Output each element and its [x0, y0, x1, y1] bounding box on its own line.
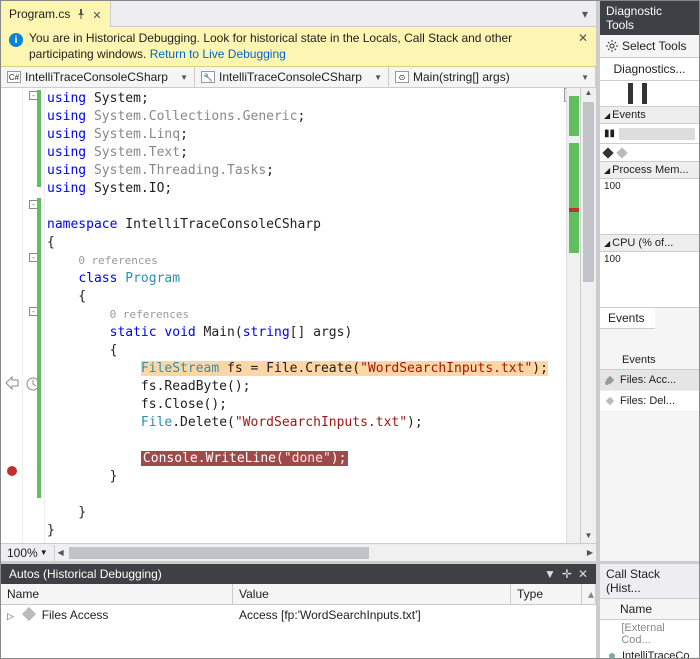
process-memory-chart[interactable]: 100 [600, 179, 699, 235]
row-name: Files Access [42, 608, 109, 622]
call-stack-row[interactable]: [External Cod... [600, 620, 699, 648]
code-editor[interactable]: ↕ - - - - using System; using System.Col… [1, 88, 596, 543]
class-dropdown-label: IntelliTraceConsoleCSharp [219, 70, 362, 84]
vertical-scrollbar[interactable]: ▲ ▼ [580, 88, 596, 543]
select-tools-button[interactable]: Select Tools [600, 35, 699, 57]
autos-panel: Autos (Historical Debugging) ▼ ✛ ✕ Name … [1, 561, 596, 658]
method-dropdown[interactable]: ⊙ Main(string[] args) ▼ [389, 67, 596, 87]
navigation-dropdown-bar: C# IntelliTraceConsoleCSharp ▼ 🔧 Intelli… [1, 67, 596, 88]
document-tab-strip: Program.cs ✕ ▾ [1, 1, 596, 27]
history-arrow-icon [5, 376, 19, 390]
close-icon[interactable]: ✕ [578, 567, 588, 581]
expand-icon[interactable]: ▷ [7, 611, 17, 622]
document-tab-program-cs[interactable]: Program.cs ✕ [1, 1, 111, 27]
infobar-message: You are in Historical Debugging. Look fo… [29, 31, 572, 62]
overview-ruler[interactable] [566, 88, 580, 543]
diamond-icon [22, 607, 36, 621]
stack-frame-label: IntelliTraceCo... [622, 650, 699, 658]
infobar-close-icon[interactable]: ✕ [578, 31, 588, 45]
project-dropdown[interactable]: C# IntelliTraceConsoleCSharp ▼ [1, 67, 195, 87]
table-row[interactable]: ▷ Files Access Access [fp:'WordSearchInp… [1, 605, 596, 625]
event-label: Files: Del... [620, 395, 675, 407]
method-dropdown-label: Main(string[] args) [413, 70, 510, 84]
process-memory-header[interactable]: ◢Process Mem... [600, 162, 699, 179]
diamond-icon [616, 147, 627, 158]
cpu-header[interactable]: ◢CPU (% of... [600, 235, 699, 252]
scroll-right-icon[interactable]: ▶ [584, 548, 596, 557]
class-dropdown[interactable]: 🔧 IntelliTraceConsoleCSharp ▼ [195, 67, 389, 87]
chevron-down-icon: ▼ [581, 73, 589, 82]
scroll-up-icon[interactable]: ▴ [582, 584, 596, 604]
editor-footer: 100% ▼ ◀ ▶ [1, 543, 596, 561]
scroll-up-icon[interactable]: ▲ [581, 88, 596, 100]
horizontal-scrollbar[interactable]: ◀ ▶ [54, 545, 596, 561]
diamond-icon [602, 147, 613, 158]
pin-icon[interactable] [76, 9, 86, 19]
close-icon[interactable]: ✕ [92, 9, 102, 19]
timeline-mark [642, 83, 647, 104]
call-stack-panel: Call Stack (Hist... Name [External Cod..… [600, 561, 699, 658]
pin-icon[interactable]: ✛ [562, 567, 572, 581]
timeline-mark [628, 83, 633, 104]
row-value: Access [fp:'WordSearchInputs.txt'] [239, 608, 517, 622]
events-detail-panel: Events Events Files: Acc... Files: Del..… [600, 308, 699, 561]
event-icon [604, 374, 616, 386]
call-stack-row[interactable]: IntelliTraceCo... [600, 648, 699, 658]
scroll-down-icon[interactable]: ▼ [581, 531, 596, 543]
historical-debugging-infobar: i You are in Historical Debugging. Look … [1, 27, 596, 67]
events-column-header[interactable]: Events [600, 351, 699, 370]
change-marker [37, 90, 41, 187]
scroll-left-icon[interactable]: ◀ [55, 548, 67, 557]
chevron-down-icon: ▼ [40, 548, 48, 557]
event-icon [604, 395, 616, 407]
timeline-ruler[interactable] [600, 81, 699, 107]
project-dropdown-label: IntelliTraceConsoleCSharp [25, 70, 168, 84]
overview-mark [569, 143, 579, 253]
event-item[interactable]: Files: Acc... [600, 370, 699, 391]
class-icon: 🔧 [201, 71, 215, 83]
zoom-dropdown[interactable]: 100% ▼ [1, 546, 54, 560]
dropdown-icon[interactable]: ▼ [544, 567, 556, 581]
events-break-track: ▮▮ [600, 124, 699, 144]
overview-mark [569, 96, 579, 136]
breakpoint-gutter[interactable] [1, 88, 23, 543]
event-item[interactable]: Files: Del... [600, 391, 699, 412]
scrollbar-thumb[interactable] [69, 547, 369, 559]
tab-filename: Program.cs [9, 7, 70, 21]
autos-panel-header[interactable]: Autos (Historical Debugging) ▼ ✛ ✕ [1, 564, 596, 584]
gear-icon [606, 40, 618, 52]
events-section-header[interactable]: ◢Events [600, 107, 699, 124]
col-value-header[interactable]: Value [233, 584, 511, 604]
csharp-icon: C# [7, 71, 21, 83]
return-live-debugging-link[interactable]: Return to Live Debugging [150, 47, 286, 61]
scrollbar-thumb[interactable] [583, 102, 594, 282]
zoom-label: 100% [7, 546, 38, 560]
method-icon: ⊙ [395, 71, 409, 83]
overview-breakpoint-mark [569, 208, 579, 212]
chevron-down-icon: ▼ [374, 73, 382, 82]
autos-title: Autos (Historical Debugging) [9, 567, 162, 581]
event-label: Files: Acc... [620, 374, 676, 386]
events-tab[interactable]: Events [600, 308, 655, 329]
code-content[interactable]: using System; using System.Collections.G… [45, 88, 566, 543]
stack-frame-label: [External Cod... [621, 622, 693, 646]
change-marker [37, 198, 41, 498]
call-stack-column-header[interactable]: Name [600, 599, 699, 620]
cpu-chart[interactable]: 100 [600, 252, 699, 308]
tab-overflow-icon[interactable]: ▾ [578, 7, 592, 21]
col-type-header[interactable]: Type [511, 584, 582, 604]
select-tools-label: Select Tools [622, 39, 686, 53]
call-stack-header[interactable]: Call Stack (Hist... [600, 564, 699, 599]
diagnostics-session-tab[interactable]: Diagnostics... [600, 57, 699, 81]
breakpoint-icon[interactable] [6, 465, 18, 477]
info-icon: i [9, 33, 23, 47]
autos-table-header: Name Value Type ▴ [1, 584, 596, 605]
events-intellitrace-track [600, 144, 699, 162]
outline-gutter[interactable]: - - - - [23, 88, 45, 543]
pause-icon: ▮▮ [604, 128, 615, 139]
col-name-header[interactable]: Name [1, 584, 233, 604]
chevron-down-icon: ▼ [180, 73, 188, 82]
diagnostic-tools-header[interactable]: Diagnostic Tools [600, 1, 699, 35]
break-track[interactable] [619, 128, 695, 140]
